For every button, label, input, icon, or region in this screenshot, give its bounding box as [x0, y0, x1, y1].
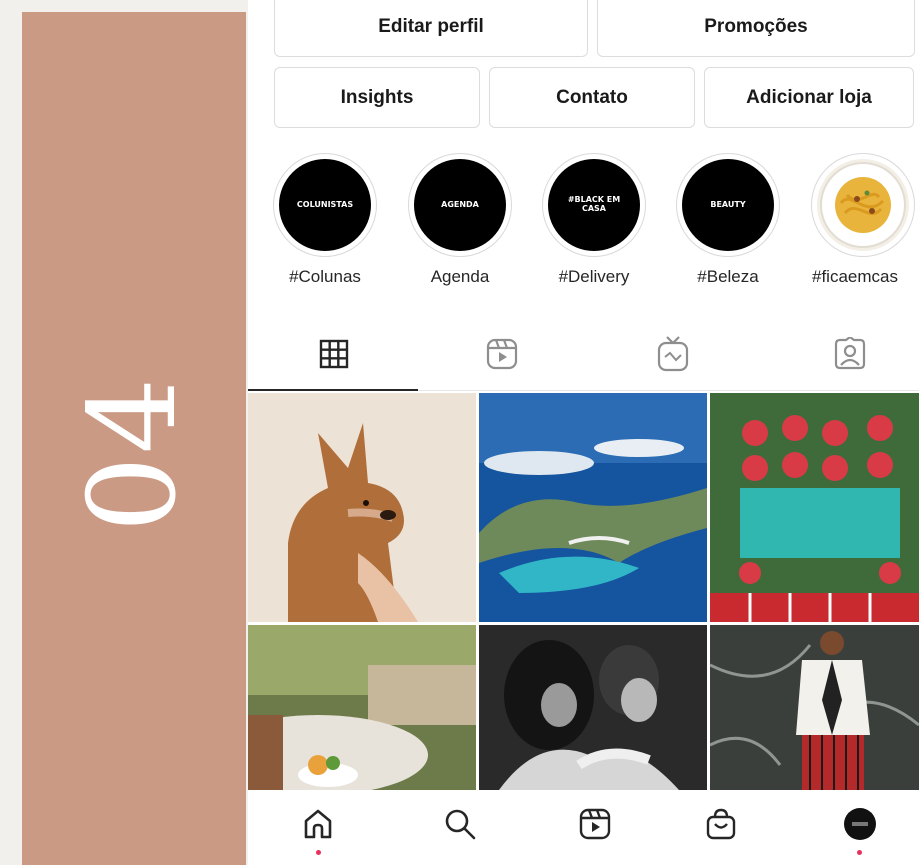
bottom-navigation: [248, 790, 919, 865]
home-active-dot: [316, 850, 321, 855]
contact-button[interactable]: Contato: [489, 67, 695, 128]
highlight-cover-text: COLUNISTAS: [296, 199, 354, 209]
highlight-cover-text: BEAUTY: [710, 199, 746, 209]
active-tab-indicator: [248, 389, 418, 391]
nav-profile[interactable]: [838, 802, 882, 846]
search-icon: [445, 809, 476, 840]
tagged-tab[interactable]: [828, 332, 872, 376]
highlight-cover: #BLACK EM CASA: [548, 159, 640, 251]
highlight-cover-text: #BLACK EM CASA: [567, 195, 621, 213]
highlight-delivery[interactable]: #BLACK EM CASA #Delivery: [539, 153, 649, 287]
slide-side-panel: 04: [22, 12, 246, 865]
highlight-cover: BEAUTY: [682, 159, 774, 251]
post-tile-couple[interactable]: [479, 625, 707, 790]
coastline-photo: [479, 393, 707, 622]
promotions-button[interactable]: Promoções: [597, 0, 915, 57]
add-shop-button[interactable]: Adicionar loja: [704, 67, 914, 128]
nav-reels[interactable]: [573, 802, 617, 846]
couple-photo: [479, 625, 707, 790]
highlight-beleza[interactable]: BEAUTY #Beleza: [673, 153, 783, 287]
nav-search[interactable]: [438, 802, 482, 846]
reels-icon: [579, 808, 611, 840]
highlight-label: #Colunas: [289, 267, 361, 286]
highlight-cover-pasta-photo: [817, 159, 909, 251]
highlight-cover-text: AGENDA: [441, 199, 479, 209]
edit-profile-button[interactable]: Editar perfil: [274, 0, 588, 57]
reels-icon: [486, 338, 518, 370]
grid-icon: [319, 339, 349, 369]
profile-avatar: [844, 808, 876, 840]
tagged-icon: [834, 337, 866, 370]
post-tile-pool[interactable]: [710, 393, 919, 622]
post-tile-coastline[interactable]: [479, 393, 707, 622]
highlight-label: Agenda: [430, 267, 490, 286]
post-tile-restaurant[interactable]: [248, 625, 476, 790]
highlight-label: #ficaemcas: [812, 267, 898, 286]
pasta-plate-image: [820, 162, 906, 248]
highlight-colunas[interactable]: COLUNISTAS #Colunas: [270, 153, 380, 287]
slide-number: 04: [64, 375, 203, 533]
instagram-profile-screen: Editar perfil Promoções Insights Contato…: [248, 0, 919, 865]
nav-shop[interactable]: [699, 802, 743, 846]
highlight-cover: AGENDA: [414, 159, 506, 251]
post-tile-fashion[interactable]: [710, 625, 919, 790]
highlight-ring: [811, 153, 915, 257]
highlight-ring: BEAUTY: [676, 153, 780, 257]
igtv-tab[interactable]: [651, 332, 695, 376]
posts-grid-tab[interactable]: [312, 332, 356, 376]
igtv-icon: [657, 336, 689, 372]
nav-home[interactable]: [296, 802, 340, 846]
reels-tab[interactable]: [480, 332, 524, 376]
highlight-label: #Beleza: [697, 267, 759, 286]
pool-photo: [710, 393, 919, 622]
highlight-ficaemcasa[interactable]: #ficaemcas: [808, 153, 918, 287]
insights-button[interactable]: Insights: [274, 67, 480, 128]
dog-photo: [248, 393, 476, 622]
highlight-ring: AGENDA: [408, 153, 512, 257]
restaurant-photo: [248, 625, 476, 790]
highlight-ring: #BLACK EM CASA: [542, 153, 646, 257]
highlight-ring: COLUNISTAS: [273, 153, 377, 257]
shop-icon: [706, 808, 736, 840]
profile-notification-dot: [857, 850, 862, 855]
highlight-agenda[interactable]: AGENDA Agenda: [405, 153, 515, 287]
fashion-photo: [710, 625, 919, 790]
highlight-cover: COLUNISTAS: [279, 159, 371, 251]
post-tile-dog[interactable]: [248, 393, 476, 622]
home-icon: [304, 809, 332, 839]
highlight-label: #Delivery: [558, 267, 630, 286]
